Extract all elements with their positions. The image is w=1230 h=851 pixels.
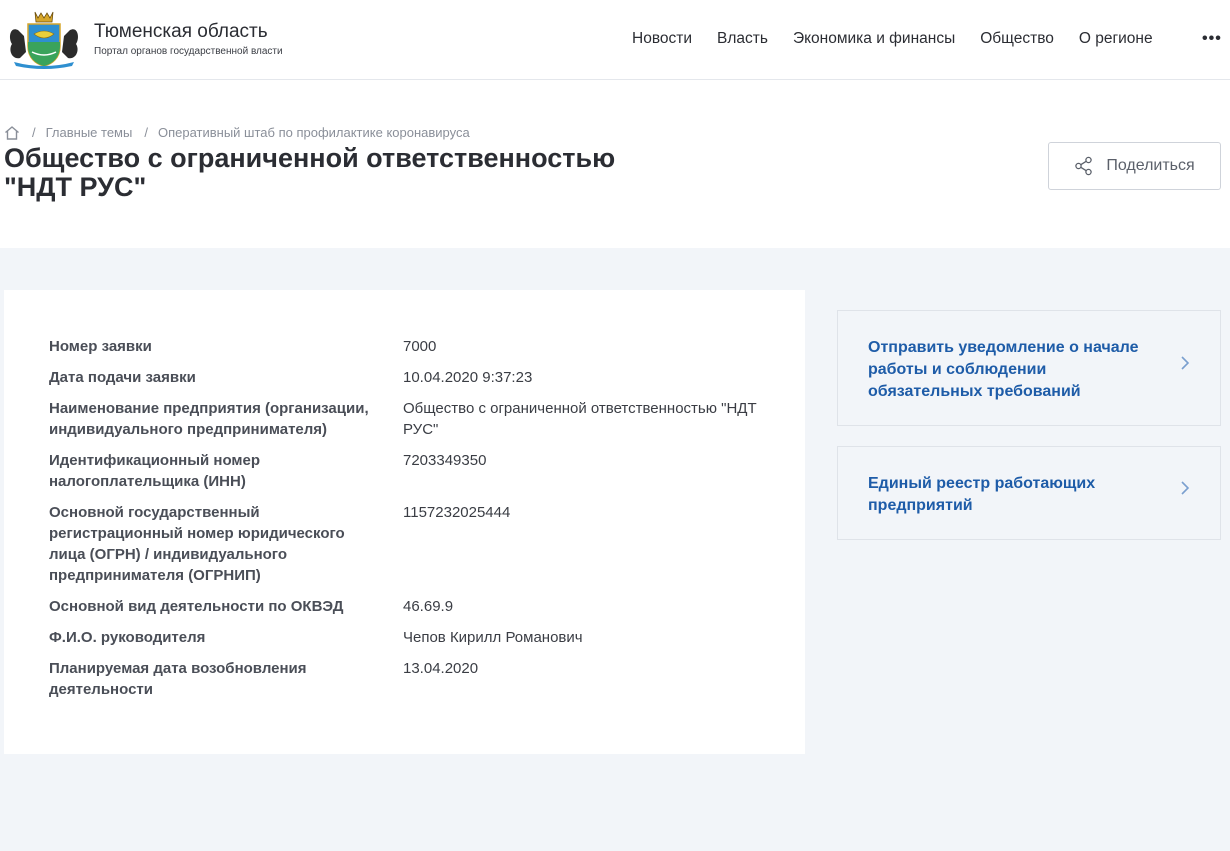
page-title-line-2: "НДТ РУС" <box>4 172 147 202</box>
detail-row: Наименование предприятия (организации, и… <box>49 398 763 440</box>
detail-label: Ф.И.О. руководителя <box>49 629 206 646</box>
detail-value: 13.04.2020 <box>403 660 479 677</box>
detail-value: 46.69.9 <box>403 598 454 615</box>
coat-of-arms-logo[interactable] <box>4 8 84 70</box>
detail-label: Номер заявки <box>49 338 152 355</box>
site-title[interactable]: Тюменская область <box>94 21 268 43</box>
detail-label: Планируемая дата возобновления деятельно… <box>49 660 307 698</box>
page-title-line-1: Общество с ограниченной ответственностью <box>4 143 616 173</box>
notify-start-work-label: Отправить уведомление о начале работы и … <box>868 339 1139 400</box>
detail-value: 7000 <box>403 338 437 355</box>
breadcrumb-separator: / <box>144 125 148 140</box>
detail-label: Основной государственный регистрационный… <box>49 504 345 584</box>
breadcrumb-item-main-topics[interactable]: Главные темы <box>46 125 133 140</box>
breadcrumb-item-covid-hq[interactable]: Оперативный штаб по профилактике коронав… <box>158 125 470 140</box>
notify-start-work-link[interactable]: Отправить уведомление о начале работы и … <box>837 310 1221 426</box>
page-title: Общество с ограниченной ответственностью… <box>4 144 704 202</box>
breadcrumb-separator: / <box>32 125 36 140</box>
share-button-label: Поделиться <box>1106 157 1195 174</box>
detail-label: Основной вид деятельности по ОКВЭД <box>49 598 344 615</box>
registry-link[interactable]: Единый реестр работающих предприятий <box>837 446 1221 540</box>
detail-value: 7203349350 <box>403 452 487 469</box>
nav-item-government[interactable]: Власть <box>717 30 768 48</box>
detail-label: Идентификационный номер налогоплательщик… <box>49 452 261 490</box>
detail-row: Ф.И.О. руководителя Чепов Кирилл Романов… <box>49 627 763 648</box>
main-nav: Новости Власть Экономика и финансы Общес… <box>632 30 1221 48</box>
site-header: Тюменская область Портал органов государ… <box>0 0 1230 80</box>
share-icon <box>1075 156 1093 176</box>
detail-value: Общество с ограниченной ответственностью… <box>403 400 757 438</box>
nav-item-news[interactable]: Новости <box>632 30 692 48</box>
detail-row: Дата подачи заявки 10.04.2020 9:37:23 <box>49 367 763 388</box>
registry-label: Единый реестр работающих предприятий <box>868 475 1096 514</box>
detail-value: 1157232025444 <box>403 504 511 521</box>
detail-row: Основной государственный регистрационный… <box>49 502 763 586</box>
breadcrumb: / Главные темы / Оперативный штаб по про… <box>4 125 470 140</box>
chevron-right-icon <box>1181 356 1190 370</box>
nav-item-society[interactable]: Общество <box>980 30 1054 48</box>
nav-item-region[interactable]: О регионе <box>1079 30 1153 48</box>
detail-value: 10.04.2020 9:37:23 <box>403 369 533 386</box>
detail-label: Дата подачи заявки <box>49 369 196 386</box>
share-button[interactable]: Поделиться <box>1048 142 1221 190</box>
application-details-card: Номер заявки 7000 Дата подачи заявки 10.… <box>4 290 805 754</box>
chevron-right-icon <box>1181 481 1190 495</box>
detail-value: Чепов Кирилл Романович <box>403 629 583 646</box>
detail-row: Планируемая дата возобновления деятельно… <box>49 658 763 700</box>
more-menu-button[interactable]: ••• <box>1202 30 1222 48</box>
nav-item-economy[interactable]: Экономика и финансы <box>793 30 955 48</box>
detail-row: Номер заявки 7000 <box>49 336 763 357</box>
home-icon[interactable] <box>4 125 20 140</box>
site-subtitle: Портал органов государственной власти <box>94 46 283 57</box>
detail-row: Идентификационный номер налогоплательщик… <box>49 450 763 492</box>
detail-label: Наименование предприятия (организации, и… <box>49 400 369 438</box>
detail-row: Основной вид деятельности по ОКВЭД 46.69… <box>49 596 763 617</box>
